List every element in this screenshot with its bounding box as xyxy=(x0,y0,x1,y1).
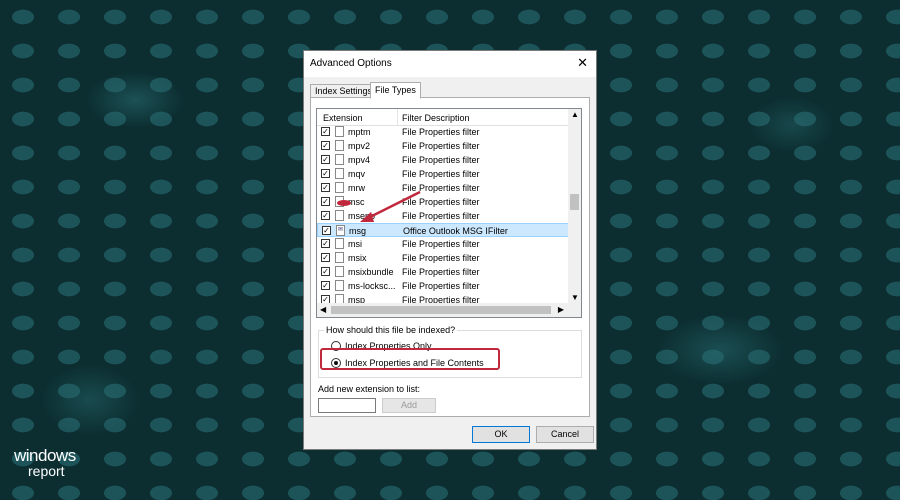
file-type-icon xyxy=(335,280,344,291)
table-row[interactable]: ✓ msc File Properties filter xyxy=(317,195,569,209)
row-description: File Properties filter xyxy=(402,183,480,193)
row-description: File Properties filter xyxy=(402,155,480,165)
row-extension: msi xyxy=(348,239,362,249)
group-legend: How should this file be indexed? xyxy=(324,325,458,335)
row-extension: mpv4 xyxy=(348,155,371,165)
file-type-icon xyxy=(335,154,344,165)
tab-index-settings[interactable]: Index Settings xyxy=(310,84,378,98)
row-extension: msepb xyxy=(348,211,376,221)
row-extension: mqv xyxy=(348,169,366,179)
row-checkbox[interactable]: ✓ xyxy=(321,197,330,206)
row-description: File Properties filter xyxy=(402,127,480,137)
scroll-up-icon[interactable]: ▲ xyxy=(571,110,579,119)
row-description: File Properties filter xyxy=(402,281,480,291)
column-header-extension[interactable]: Extension xyxy=(323,113,363,123)
row-extension: msixbundle xyxy=(348,267,394,277)
add-button[interactable]: Add xyxy=(382,398,436,413)
vertical-scrollbar[interactable]: ▲ ▼ xyxy=(568,109,581,303)
ok-button[interactable]: OK xyxy=(472,426,530,443)
file-type-icon xyxy=(335,140,344,151)
row-extension: mpv2 xyxy=(348,141,371,151)
row-checkbox[interactable]: ✓ xyxy=(321,183,330,192)
vertical-scroll-thumb[interactable] xyxy=(570,194,579,210)
advanced-options-dialog: Advanced Options ✕ Index Settings File T… xyxy=(303,50,597,450)
scroll-left-icon[interactable]: ◀ xyxy=(320,305,326,314)
table-row[interactable]: ✓ ✉ msg Office Outlook MSG IFilter xyxy=(317,223,569,237)
horizontal-scroll-thumb[interactable] xyxy=(331,306,551,314)
table-row[interactable]: ✓ mptm File Properties filter xyxy=(317,125,569,139)
row-checkbox[interactable]: ✓ xyxy=(321,141,330,150)
row-extension: mrw xyxy=(348,183,365,193)
file-type-icon xyxy=(335,238,344,249)
row-checkbox[interactable]: ✓ xyxy=(321,267,330,276)
file-type-icon xyxy=(335,196,344,207)
logo-line1: windows xyxy=(14,446,76,465)
row-checkbox[interactable]: ✓ xyxy=(321,155,330,164)
add-extension-input[interactable] xyxy=(318,398,376,413)
row-description: File Properties filter xyxy=(402,197,480,207)
column-header-description[interactable]: Filter Description xyxy=(402,113,470,123)
table-row[interactable]: ✓ msix File Properties filter xyxy=(317,251,569,265)
row-description: File Properties filter xyxy=(402,253,480,263)
row-description: Office Outlook MSG IFilter xyxy=(403,226,508,236)
row-description: File Properties filter xyxy=(402,239,480,249)
file-type-icon xyxy=(335,210,344,221)
row-description: File Properties filter xyxy=(402,211,480,221)
windows-report-logo: windows report xyxy=(14,447,76,478)
file-type-icon xyxy=(335,266,344,277)
row-extension: msix xyxy=(348,253,367,263)
logo-line2: report xyxy=(28,463,65,479)
table-row[interactable]: ✓ mqv File Properties filter xyxy=(317,167,569,181)
file-type-icon xyxy=(335,126,344,137)
highlight-box xyxy=(320,348,500,370)
row-description: File Properties filter xyxy=(402,141,480,151)
row-checkbox[interactable]: ✓ xyxy=(322,226,331,235)
row-checkbox[interactable]: ✓ xyxy=(321,239,330,248)
table-row[interactable]: ✓ msepb File Properties filter xyxy=(317,209,569,223)
table-row[interactable]: ✓ mpv2 File Properties filter xyxy=(317,139,569,153)
title-bar: Advanced Options ✕ xyxy=(304,51,596,77)
file-type-icon: ✉ xyxy=(336,225,345,236)
add-extension-label: Add new extension to list: xyxy=(318,384,421,394)
row-checkbox[interactable]: ✓ xyxy=(321,127,330,136)
table-row[interactable]: ✓ ms-locksc... File Properties filter xyxy=(317,279,569,293)
tab-file-types[interactable]: File Types xyxy=(370,82,421,99)
scroll-right-icon[interactable]: ▶ xyxy=(558,305,564,314)
horizontal-scrollbar[interactable]: ◀ ▶ xyxy=(317,303,581,317)
row-description: File Properties filter xyxy=(402,267,480,277)
table-row[interactable]: ✓ msixbundle File Properties filter xyxy=(317,265,569,279)
column-divider[interactable] xyxy=(397,109,398,125)
file-type-icon xyxy=(335,252,344,263)
scroll-down-icon[interactable]: ▼ xyxy=(571,293,579,302)
close-icon[interactable]: ✕ xyxy=(577,56,588,69)
file-type-icon xyxy=(335,182,344,193)
row-extension: msg xyxy=(349,226,367,236)
list-rows: ✓ mptm File Properties filter ✓ mpv2 File Pro… xyxy=(317,125,569,307)
row-checkbox[interactable]: ✓ xyxy=(321,211,330,220)
row-description: File Properties filter xyxy=(402,169,480,179)
table-row[interactable]: ✓ mrw File Properties filter xyxy=(317,181,569,195)
table-row[interactable]: ✓ mpv4 File Properties filter xyxy=(317,153,569,167)
row-checkbox[interactable]: ✓ xyxy=(321,169,330,178)
row-checkbox[interactable]: ✓ xyxy=(321,253,330,262)
dialog-title: Advanced Options xyxy=(310,58,392,69)
row-extension: msc xyxy=(348,197,365,207)
cancel-button[interactable]: Cancel xyxy=(536,426,594,443)
row-extension: ms-locksc... xyxy=(348,281,396,291)
row-checkbox[interactable]: ✓ xyxy=(321,281,330,290)
column-headers: Extension Filter Description xyxy=(317,109,569,126)
file-type-icon xyxy=(335,168,344,179)
table-row[interactable]: ✓ msi File Properties filter xyxy=(317,237,569,251)
row-extension: mptm xyxy=(348,127,371,137)
file-types-list[interactable]: Extension Filter Description ✓ mptm File P… xyxy=(316,108,582,318)
